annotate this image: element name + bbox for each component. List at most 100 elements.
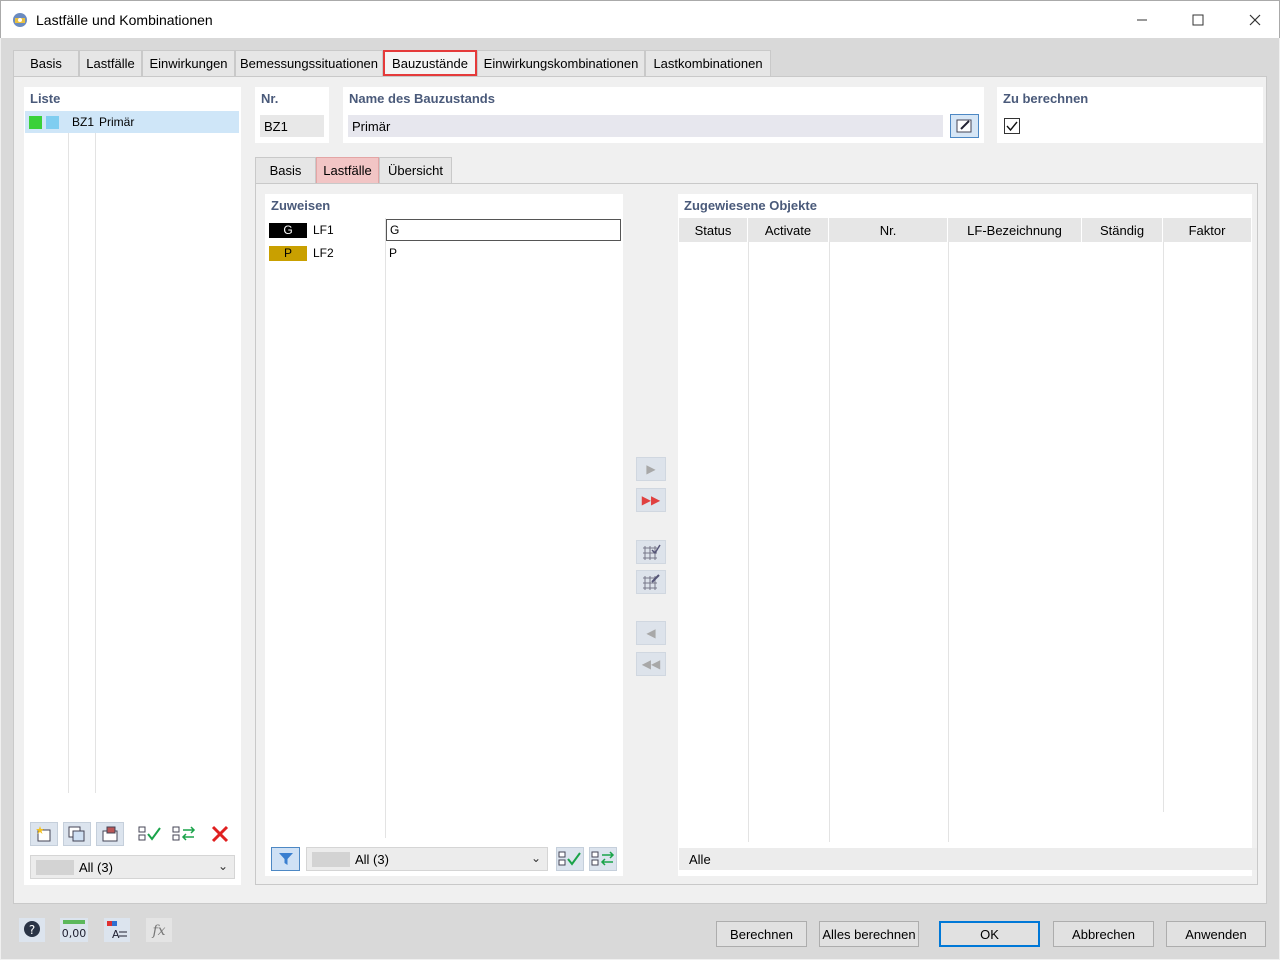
tab-basis[interactable]: Basis <box>13 50 79 76</box>
calc-label: Zu berechnen <box>1003 91 1089 106</box>
double-arrow-left-icon: ◀◀ <box>641 657 661 671</box>
check-all-button[interactable] <box>556 847 584 871</box>
help-icon: ? <box>19 918 45 942</box>
name-panel: Name des Bauzustands Primär <box>343 87 984 143</box>
calculate-all-button[interactable]: Alles berechnen <box>819 921 919 947</box>
copy-item-button[interactable] <box>63 822 91 846</box>
app-icon <box>13 13 27 27</box>
list-item[interactable]: P LF2 <box>269 243 334 263</box>
loadcase-desc: G <box>386 219 621 241</box>
list-item[interactable]: BZ1 Primär <box>25 111 239 133</box>
assign-filter-value: All (3) <box>355 852 389 867</box>
close-icon <box>1249 14 1261 26</box>
check-all-button[interactable] <box>136 822 164 846</box>
assign-panel: Zuweisen G LF1 G P LF2 P All (3) ⌄ <box>265 194 623 876</box>
main-tabs: Basis Lastfälle Einwirkungen Bemessungss… <box>13 50 771 76</box>
subtab-basis[interactable]: Basis <box>255 157 316 183</box>
tab-einwirkungen[interactable]: Einwirkungen <box>142 50 235 76</box>
help-button[interactable]: ? <box>17 917 47 943</box>
column-header[interactable]: Ständig <box>1082 218 1163 242</box>
tab-lastkombinationen[interactable]: Lastkombinationen <box>645 50 771 76</box>
chevron-down-icon: ⌄ <box>217 859 228 873</box>
list-item-id: BZ1 <box>72 115 95 129</box>
column-header[interactable]: Nr. <box>829 218 948 242</box>
calc-checkbox[interactable] <box>1004 118 1020 134</box>
close-button[interactable] <box>1232 1 1278 39</box>
subtab-lastfaelle[interactable]: Lastfälle <box>316 157 379 183</box>
import-item-button[interactable] <box>96 822 124 846</box>
grid-edit-button[interactable] <box>636 570 666 594</box>
assign-divider <box>385 218 386 838</box>
minimize-button[interactable] <box>1119 1 1165 39</box>
checkmark-icon <box>1006 121 1018 132</box>
list-item[interactable]: G LF1 <box>269 220 334 240</box>
column-header[interactable]: Status <box>679 218 748 242</box>
formula-icon: fx <box>146 918 172 942</box>
new-item-button[interactable] <box>30 822 58 846</box>
svg-text:A: A <box>112 928 120 941</box>
minimize-icon <box>1137 19 1147 21</box>
column-header[interactable]: LF-Bezeichnung <box>948 218 1082 242</box>
loadcase-id: LF2 <box>313 246 334 260</box>
sub-tabs: Basis Lastfälle Übersicht <box>255 157 452 183</box>
assigned-panel: Zugewiesene Objekte Status Activate Nr. … <box>678 194 1257 876</box>
edit-icon <box>956 119 971 133</box>
color-swatch <box>46 116 59 129</box>
list-item-name: Primär <box>99 115 135 129</box>
tab-lastfaelle[interactable]: Lastfälle <box>79 50 142 76</box>
loadcase-id: LF1 <box>313 223 334 237</box>
column-header[interactable]: Activate <box>748 218 829 242</box>
new-item-icon <box>36 826 51 842</box>
display-button[interactable]: A <box>102 917 132 943</box>
column-header[interactable]: Faktor <box>1163 218 1251 242</box>
tab-bauzustaende[interactable]: Bauzustände <box>383 50 477 76</box>
window-title: Lastfälle und Kombinationen <box>36 12 213 28</box>
delete-icon <box>211 825 229 843</box>
assign-one-button[interactable]: ▶ <box>636 457 666 481</box>
cancel-button[interactable]: Abbrechen <box>1053 921 1154 947</box>
nr-field: BZ1 <box>260 115 324 137</box>
name-input[interactable]: Primär <box>348 115 943 137</box>
subtab-uebersicht[interactable]: Übersicht <box>379 157 452 183</box>
svg-text:0,00: 0,00 <box>62 927 87 940</box>
units-button[interactable]: 0,00 <box>59 917 89 943</box>
grid-check-button[interactable] <box>636 540 666 564</box>
delete-button[interactable] <box>206 822 234 846</box>
list-title: Liste <box>30 91 61 106</box>
edit-name-button[interactable] <box>950 114 979 138</box>
nr-label: Nr. <box>261 91 279 106</box>
maximize-button[interactable] <box>1175 1 1221 39</box>
list-filter-value: All (3) <box>79 860 113 875</box>
import-icon <box>102 826 118 842</box>
remove-one-button[interactable]: ◀ <box>636 621 666 645</box>
tab-bemessungssituationen[interactable]: Bemessungssituationen <box>235 50 383 76</box>
units-icon: 0,00 <box>60 918 88 942</box>
dialog-client: Basis Lastfälle Einwirkungen Bemessungss… <box>1 38 1279 959</box>
check-all-icon <box>558 851 581 866</box>
formula-button[interactable]: fx <box>144 917 174 943</box>
check-all-icon <box>138 826 161 841</box>
assign-title: Zuweisen <box>271 198 331 213</box>
remove-all-button[interactable]: ◀◀ <box>636 652 666 676</box>
ok-button[interactable]: OK <box>939 921 1040 947</box>
assigned-table-header: Status Activate Nr. LF-Bezeichnung Ständ… <box>679 218 1251 242</box>
list-filter-dropdown[interactable]: All (3) ⌄ <box>30 855 235 879</box>
table-divider <box>829 242 830 842</box>
filter-button[interactable] <box>271 847 300 871</box>
assign-all-button[interactable]: ▶▶ <box>636 488 666 512</box>
tab-einwirkungskombinationen[interactable]: Einwirkungskombinationen <box>477 50 645 76</box>
double-arrow-right-icon: ▶▶ <box>641 493 661 507</box>
toggle-check-button[interactable] <box>170 822 198 846</box>
maximize-icon <box>1192 14 1204 26</box>
name-label: Name des Bauzustands <box>349 91 495 106</box>
toggle-check-button[interactable] <box>589 847 617 871</box>
loadcase-badge: G <box>269 222 307 238</box>
grid-check-icon <box>643 544 661 560</box>
assign-filter-dropdown[interactable]: All (3) ⌄ <box>306 847 548 871</box>
title-bar: Lastfälle und Kombinationen <box>0 0 1280 38</box>
loadcase-desc: P <box>389 246 398 260</box>
calc-panel: Zu berechnen <box>997 87 1263 143</box>
calculate-button[interactable]: Berechnen <box>716 921 807 947</box>
filter-swatch <box>36 860 74 875</box>
apply-button[interactable]: Anwenden <box>1166 921 1266 947</box>
